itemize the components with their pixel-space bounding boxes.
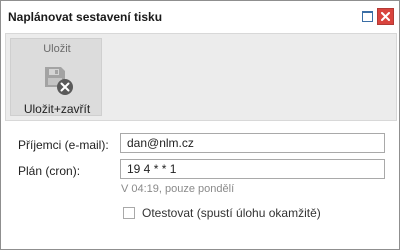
window-title: Naplánovat sestavení tisku: [8, 10, 163, 24]
schedule-form: Příjemci (e-mail): Plán (cron): V 04:19,…: [1, 121, 399, 249]
save-close-icon: [45, 67, 73, 95]
test-checkbox[interactable]: [123, 207, 135, 219]
ribbon-group-label: Uložit: [43, 43, 71, 55]
dialog-window: Naplánovat sestavení tisku Uložit Uložit…: [0, 0, 400, 250]
schedule-label: Plán (cron):: [18, 164, 81, 178]
ribbon-group-save: Uložit Uložit+zavřít: [10, 38, 102, 116]
save-close-button[interactable]: Uložit+zavřít: [11, 61, 103, 117]
recipients-label: Příjemci (e-mail):: [18, 138, 109, 152]
close-button[interactable]: [377, 8, 394, 25]
save-close-label: Uložit+zavřít: [23, 102, 91, 116]
schedule-hint: V 04:19, pouze pondělí: [121, 183, 235, 195]
maximize-icon: [362, 11, 373, 22]
title-bar[interactable]: Naplánovat sestavení tisku: [1, 1, 399, 33]
schedule-cron-input[interactable]: [120, 159, 385, 179]
ribbon-toolbar: Uložit Uložit+zavřít: [5, 33, 397, 121]
recipients-input[interactable]: [120, 133, 385, 153]
close-icon: [381, 12, 390, 21]
maximize-button[interactable]: [360, 8, 376, 24]
test-checkbox-label[interactable]: Otestovat (spustí úlohu okamžitě): [142, 206, 321, 220]
